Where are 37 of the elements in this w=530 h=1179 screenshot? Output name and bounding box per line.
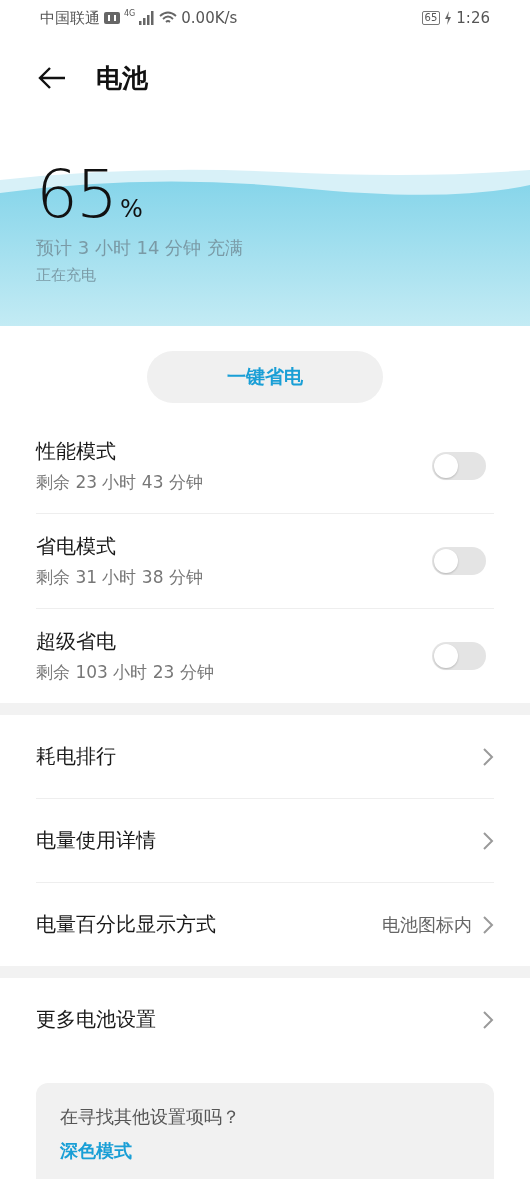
wifi-icon [159, 11, 178, 25]
back-button[interactable] [38, 67, 66, 89]
page-title: 电池 [96, 61, 148, 95]
network-speed: 0.00K/s [181, 9, 238, 27]
network-type: 4G [124, 9, 136, 18]
suggestion-question: 在寻找其他设置项吗？ [60, 1105, 241, 1129]
toggle-switch[interactable] [432, 547, 486, 575]
carrier-name: 中国联通 [40, 8, 100, 28]
battery-percent: 65 [36, 162, 116, 228]
row-label: 电量百分比显示方式 [36, 911, 217, 938]
mode-title: 超级省电 [36, 628, 117, 655]
chevron-right-icon [482, 746, 494, 767]
row-label: 耗电排行 [36, 743, 117, 770]
signal-icon [139, 11, 156, 25]
settings-row[interactable]: 电量使用详情 [36, 799, 494, 883]
remaining-time: 剩余 23 小时 43 分钟 [36, 471, 204, 494]
row-label: 电量使用详情 [36, 827, 157, 854]
remaining-time: 剩余 31 小时 38 分钟 [36, 566, 204, 589]
clock-time: 1:26 [456, 9, 490, 27]
settings-row[interactable]: 电量百分比显示方式 电池图标内 [36, 883, 494, 966]
charge-estimate: 预计 3 小时 14 分钟 充满 [36, 236, 244, 260]
row-value: 电池图标内 [382, 912, 472, 937]
percent-sign: % [120, 195, 143, 223]
mode-title: 省电模式 [36, 533, 117, 560]
charging-status: 正在充电 [36, 266, 97, 285]
toggle-switch[interactable] [432, 452, 486, 480]
settings-row[interactable]: 更多电池设置 [36, 978, 494, 1061]
chevron-right-icon [482, 914, 494, 935]
toggle-switch[interactable] [432, 642, 486, 670]
hd-icon [104, 12, 120, 24]
remaining-time: 剩余 103 小时 23 分钟 [36, 661, 215, 684]
chevron-right-icon [482, 830, 494, 851]
row-label: 更多电池设置 [36, 1006, 157, 1033]
settings-row[interactable]: 耗电排行 [36, 715, 494, 799]
battery-level: 65 [421, 11, 441, 25]
back-arrow-icon [38, 67, 66, 89]
mode-title: 性能模式 [36, 438, 117, 465]
